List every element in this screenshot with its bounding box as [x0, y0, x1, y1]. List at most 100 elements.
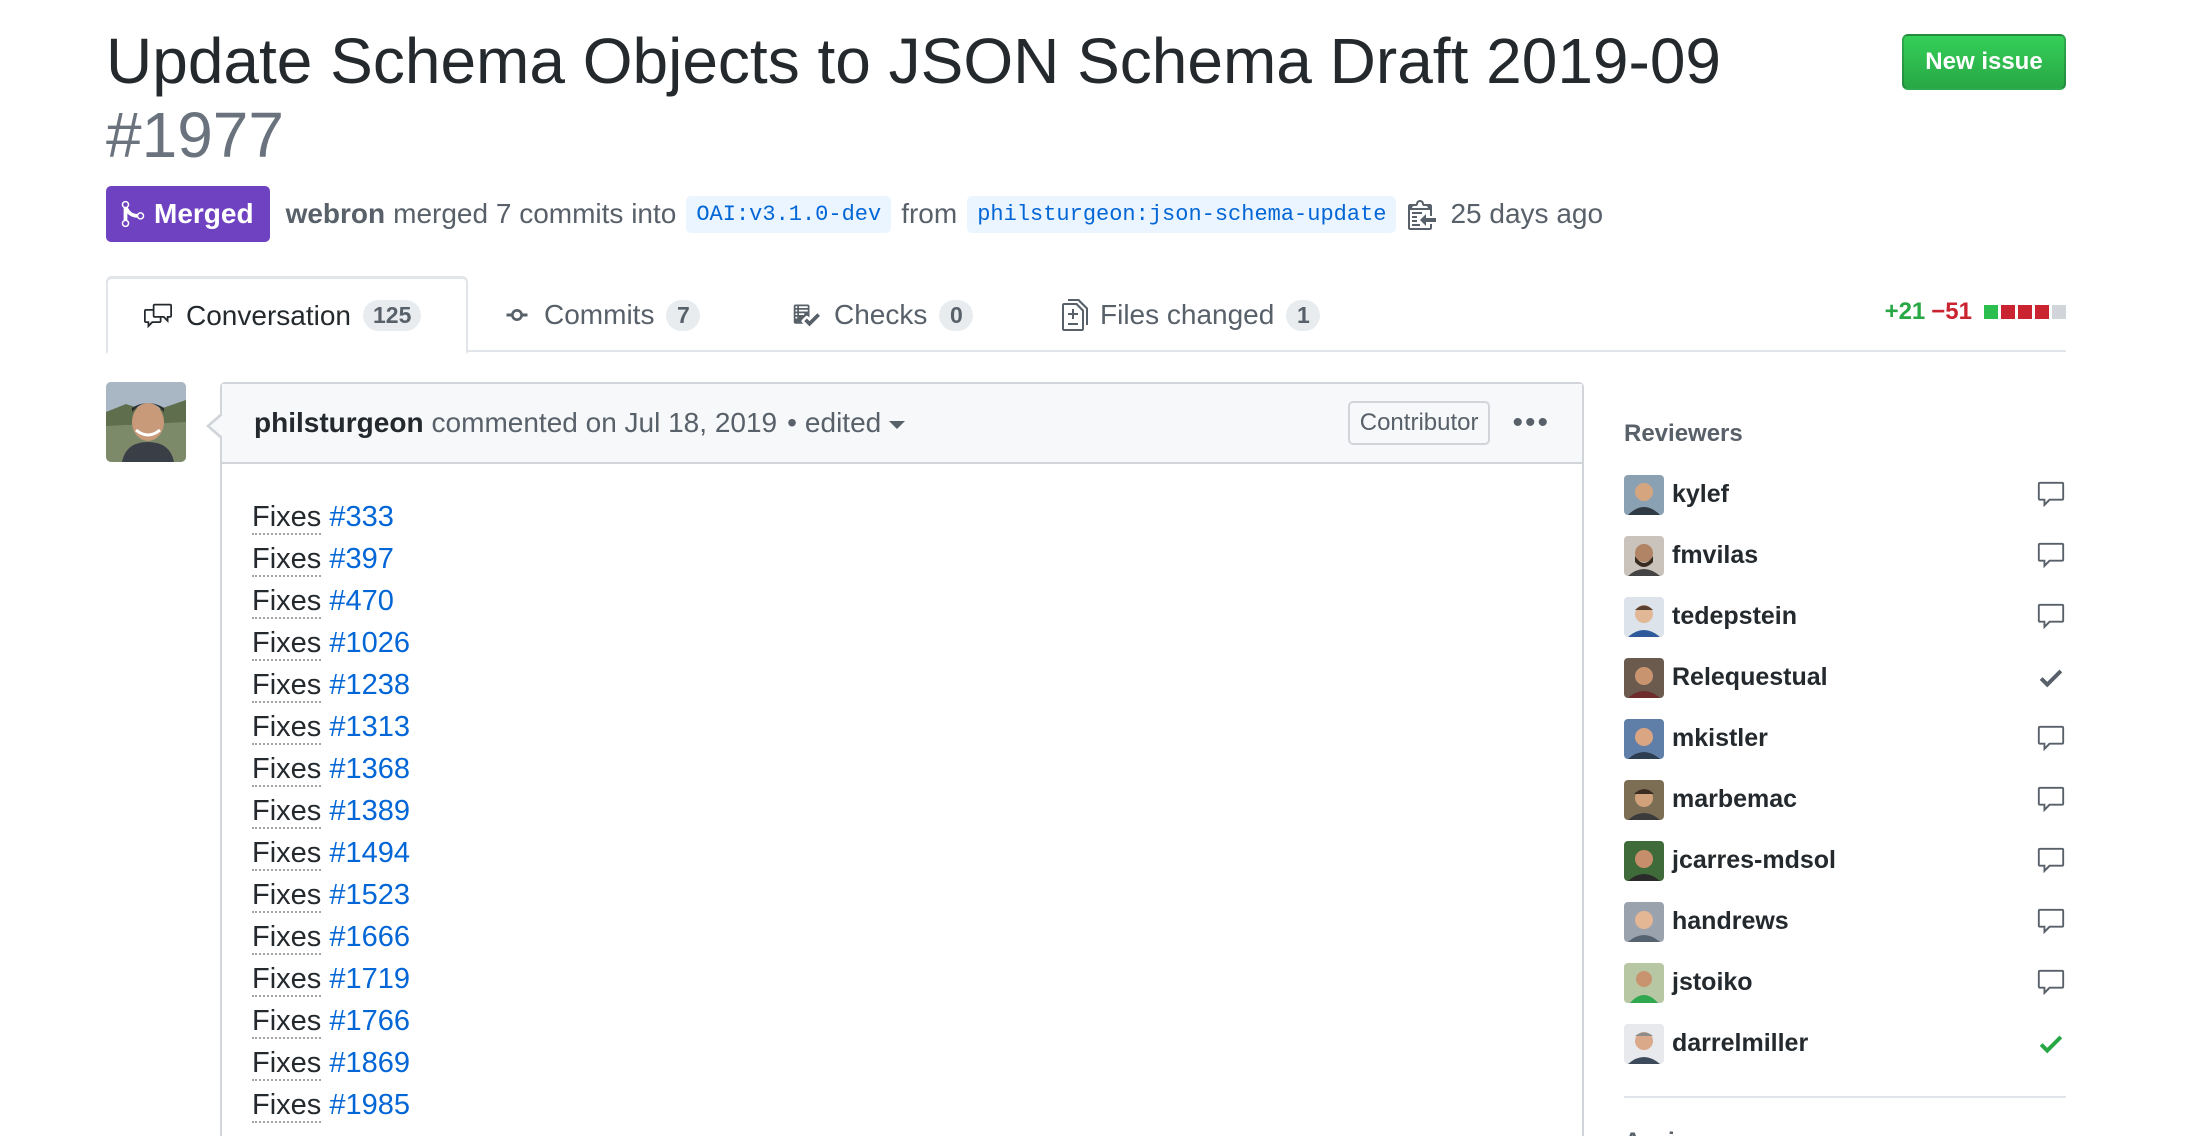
issue-link[interactable]: #1523 [329, 879, 410, 911]
comment-author-avatar[interactable] [106, 382, 186, 462]
issue-link[interactable]: #397 [329, 543, 394, 575]
pr-tabs: Conversation 125 Commits 7 Checks 0 File… [106, 276, 2066, 354]
avatar[interactable] [1624, 901, 1664, 942]
new-issue-button[interactable]: New issue [1902, 34, 2066, 90]
tab-counter: 1 [1286, 299, 1321, 331]
reviewer-name[interactable]: fmvilas [1672, 541, 1758, 570]
fix-line: Fixes #1666 [252, 916, 1552, 958]
fixes-keyword: Fixes [252, 1005, 322, 1039]
issue-link[interactable]: #1719 [329, 963, 410, 995]
file-diff-icon [1062, 299, 1088, 331]
comment-icon [2037, 969, 2065, 996]
sidebar-divider [1624, 1096, 2066, 1098]
fix-line: Fixes #1869 [252, 1042, 1552, 1084]
comment-header: philsturgeon commented on Jul 18, 2019 •… [222, 384, 1582, 464]
comment-icon [2037, 542, 2065, 569]
reviewer-item: tedepstein [1624, 586, 2066, 647]
avatar[interactable] [1624, 474, 1664, 515]
comment-discussion-icon [144, 303, 172, 328]
tab-files-changed[interactable]: Files changed 1 [1028, 276, 1354, 354]
avatar[interactable] [1624, 657, 1664, 698]
avatar[interactable] [1624, 1023, 1664, 1064]
tab-commits[interactable]: Commits 7 [468, 276, 734, 354]
reviewer-name[interactable]: mkistler [1672, 724, 1768, 753]
sidebar: Reviewers kylef fmvilas tedepstein Releq… [1624, 420, 2066, 1136]
reviewer-item: darrelmiller [1624, 1013, 2066, 1074]
tab-label: Conversation [186, 299, 351, 331]
diffstat-block-deleted [2018, 305, 2032, 319]
fixes-keyword: Fixes [252, 627, 322, 661]
pr-number: #1977 [106, 99, 284, 171]
clippy-icon[interactable] [1408, 198, 1437, 230]
edited-dropdown[interactable]: • edited [787, 407, 906, 439]
fixes-keyword: Fixes [252, 585, 322, 619]
comment-icon [2037, 786, 2065, 813]
reviewer-name[interactable]: tedepstein [1672, 602, 1797, 631]
issue-link[interactable]: #1494 [329, 837, 410, 869]
issue-link[interactable]: #333 [329, 501, 394, 533]
check-icon [2039, 1035, 2063, 1054]
fix-line: Fixes #1368 [252, 748, 1552, 790]
fixes-keyword: Fixes [252, 669, 322, 703]
fix-line: Fixes #1523 [252, 874, 1552, 916]
diffstat-blocks [1984, 305, 2066, 319]
avatar[interactable] [1624, 962, 1664, 1003]
avatar[interactable] [1624, 718, 1664, 759]
issue-link[interactable]: #1869 [329, 1047, 410, 1079]
issue-link[interactable]: #470 [329, 585, 394, 617]
state-label: Merged [154, 198, 254, 229]
comment-body: Fixes #333 Fixes #397 Fixes #470 Fixes #… [222, 464, 1582, 1136]
git-merge-icon [121, 200, 145, 228]
base-branch[interactable]: OAI:v3.1.0-dev [686, 195, 892, 233]
fix-line: Fixes #1238 [252, 664, 1552, 706]
pr-title-text: Update Schema Objects to JSON Schema Dra… [106, 25, 1721, 97]
issue-link[interactable]: #1026 [329, 627, 410, 659]
reviewer-name[interactable]: jstoiko [1672, 968, 1753, 997]
reviewers-heading[interactable]: Reviewers [1624, 420, 2066, 448]
diffstat-block-added [1984, 305, 1998, 319]
issue-link[interactable]: #1666 [329, 921, 410, 953]
comment-timestamp[interactable]: commented on Jul 18, 2019 [432, 407, 778, 439]
issue-link[interactable]: #1985 [329, 1089, 410, 1121]
avatar[interactable] [1624, 596, 1664, 637]
tab-label: Files changed [1100, 299, 1275, 330]
merger-link[interactable]: webron [286, 198, 386, 230]
edited-label: edited [804, 407, 882, 438]
avatar[interactable] [1624, 535, 1664, 576]
comment-box: philsturgeon commented on Jul 18, 2019 •… [206, 382, 1584, 1136]
fixes-keyword: Fixes [252, 711, 322, 745]
reviewer-name[interactable]: kylef [1672, 480, 1729, 509]
fix-line: Fixes #1494 [252, 832, 1552, 874]
kebab-horizontal-icon[interactable]: ••• [1512, 406, 1550, 440]
issue-link[interactable]: #1368 [329, 753, 410, 785]
issue-link[interactable]: #1313 [329, 711, 410, 743]
pr-meta: Merged webron merged 7 commits into OAI:… [106, 186, 1603, 242]
fixes-keyword: Fixes [252, 1089, 322, 1123]
fixes-keyword: Fixes [252, 921, 322, 955]
avatar[interactable] [1624, 840, 1664, 881]
comment-author-link[interactable]: philsturgeon [254, 407, 424, 439]
tab-checks[interactable]: Checks 0 [756, 276, 1007, 354]
assignees-heading[interactable]: Assignees [1624, 1128, 2066, 1136]
tab-counter: 7 [666, 299, 701, 331]
state-badge: Merged [106, 186, 270, 242]
reviewer-name[interactable]: handrews [1672, 907, 1789, 936]
comment-icon [2037, 908, 2065, 935]
reviewer-name[interactable]: jcarres-mdsol [1672, 846, 1836, 875]
reviewer-name[interactable]: darrelmiller [1672, 1029, 1808, 1058]
reviewer-name[interactable]: marbemac [1672, 785, 1797, 814]
diffstat: +21 −51 [1885, 298, 2066, 326]
fixes-keyword: Fixes [252, 753, 322, 787]
reviewer-name[interactable]: Relequestual [1672, 663, 1828, 692]
tab-counter: 0 [939, 299, 974, 331]
reviewer-item: Relequestual [1624, 647, 2066, 708]
issue-link[interactable]: #1766 [329, 1005, 410, 1037]
comment-icon [2037, 847, 2065, 874]
avatar[interactable] [1624, 779, 1664, 820]
issue-link[interactable]: #1238 [329, 669, 410, 701]
fix-line: Fixes #1389 [252, 790, 1552, 832]
issue-link[interactable]: #1389 [329, 795, 410, 827]
tab-conversation[interactable]: Conversation 125 [106, 276, 468, 354]
head-branch[interactable]: philsturgeon:json-schema-update [967, 195, 1397, 233]
fix-line: Fixes #333 [252, 496, 1552, 538]
